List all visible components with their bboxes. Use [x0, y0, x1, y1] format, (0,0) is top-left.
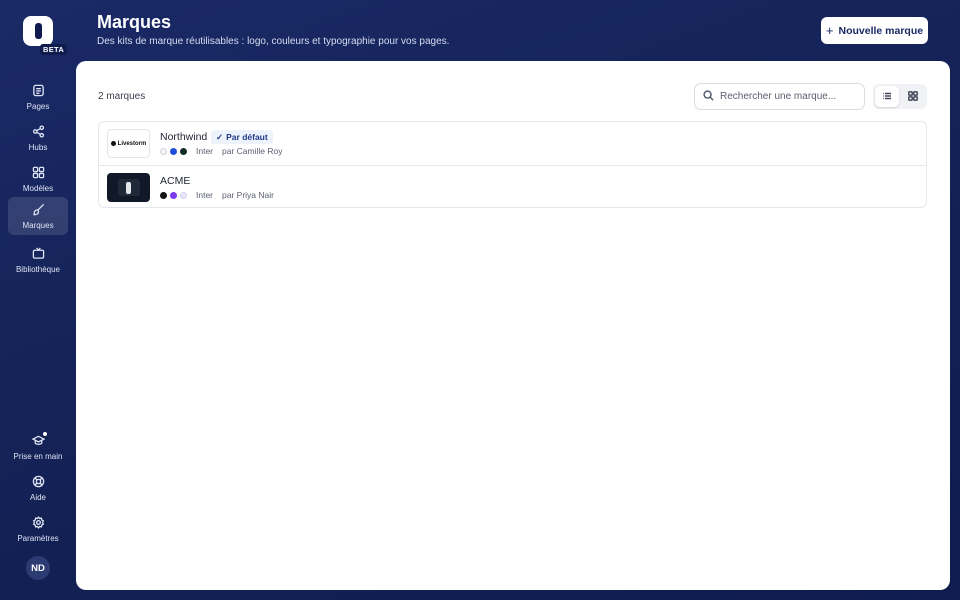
- page-subtitle: Des kits de marque réutilisables : logo,…: [97, 36, 450, 47]
- sidebar-item-help[interactable]: Aide: [8, 469, 68, 507]
- view-toggle: [873, 84, 927, 109]
- sidebar-item-settings[interactable]: Paramètres: [8, 510, 68, 548]
- sidebar-item-label: Modèles: [22, 183, 54, 193]
- app-logo[interactable]: BETA: [23, 16, 68, 55]
- new-brand-button[interactable]: + Nouvelle marque: [821, 17, 928, 44]
- gear-icon: [31, 516, 45, 530]
- sidebar-item-label: Hubs: [28, 142, 48, 152]
- brand-row-acme[interactable]: ACME Inter par Priya Nair: [99, 165, 926, 208]
- search-icon: [703, 88, 714, 106]
- page-title: Marques: [97, 12, 172, 32]
- sidebar-item-pages[interactable]: Pages: [8, 78, 68, 116]
- brand-logo-thumbnail: Livestorm: [107, 129, 150, 158]
- sidebar-item-label: Paramètres: [17, 533, 59, 543]
- tv-icon: [31, 247, 45, 261]
- color-swatch: [170, 191, 177, 199]
- grid-icon: [908, 88, 918, 106]
- list-view-button[interactable]: [875, 86, 899, 107]
- brand-meta: Inter par Priya Nair: [160, 190, 274, 200]
- grid-icon: [31, 166, 45, 180]
- color-swatch: [180, 191, 187, 199]
- sidebar: BETA Pages Hubs Modèles Marques Biblioth…: [0, 0, 76, 600]
- livestorm-logo: Livestorm: [110, 141, 146, 147]
- sidebar-item-label: Aide: [29, 492, 46, 502]
- search-input[interactable]: [720, 91, 860, 102]
- brand-font: Inter: [196, 146, 214, 156]
- pages-icon: [31, 84, 45, 98]
- brand-author: par Priya Nair: [222, 190, 274, 200]
- sidebar-item-label: Pages: [26, 101, 50, 111]
- plus-icon: +: [825, 23, 834, 38]
- sidebar-item-label: Marques: [22, 220, 54, 230]
- default-badge: ✓ Par défaut: [211, 130, 273, 144]
- color-swatch: [180, 147, 187, 155]
- share-icon: [31, 125, 45, 139]
- list-icon: [882, 88, 892, 106]
- acme-logo: [117, 179, 140, 196]
- brush-icon: [31, 203, 45, 217]
- brand-author: par Camille Roy: [222, 146, 283, 156]
- main-panel: 2 marques Livestorm Northwind: [76, 61, 950, 590]
- sidebar-item-label: Prise en main: [13, 451, 63, 461]
- beta-badge: BETA: [40, 44, 68, 55]
- notification-dot: [42, 431, 48, 437]
- color-swatch: [160, 147, 167, 155]
- check-icon: ✓: [216, 131, 224, 142]
- color-swatch: [160, 191, 167, 199]
- brand-logo-thumbnail: [107, 173, 150, 202]
- brand-count: 2 marques: [98, 91, 146, 102]
- sidebar-item-library[interactable]: Bibliothèque: [8, 241, 68, 279]
- sidebar-item-templates[interactable]: Modèles: [8, 160, 68, 198]
- brand-font: Inter: [196, 190, 214, 200]
- new-brand-button-label: Nouvelle marque: [838, 24, 924, 37]
- brand-name: Northwind: [160, 131, 208, 143]
- sidebar-item-label: Bibliothèque: [15, 264, 61, 274]
- sidebar-item-brands[interactable]: Marques: [8, 197, 68, 235]
- brand-row-northwind[interactable]: Livestorm Northwind ✓ Par défaut Inter p…: [99, 122, 926, 165]
- sidebar-item-getting-started[interactable]: Prise en main: [8, 428, 68, 466]
- default-badge-label: Par défaut: [226, 132, 268, 142]
- sidebar-item-hubs[interactable]: Hubs: [8, 119, 68, 157]
- logo-icon: [23, 16, 53, 46]
- lifebuoy-icon: [31, 475, 45, 489]
- brand-name: ACME: [160, 175, 191, 187]
- brand-list: Livestorm Northwind ✓ Par défaut Inter p…: [98, 121, 927, 208]
- search-box[interactable]: [694, 83, 865, 110]
- grid-view-button[interactable]: [901, 86, 925, 107]
- color-swatch: [170, 147, 177, 155]
- brand-meta: Inter par Camille Roy: [160, 146, 282, 156]
- avatar[interactable]: ND: [26, 556, 50, 580]
